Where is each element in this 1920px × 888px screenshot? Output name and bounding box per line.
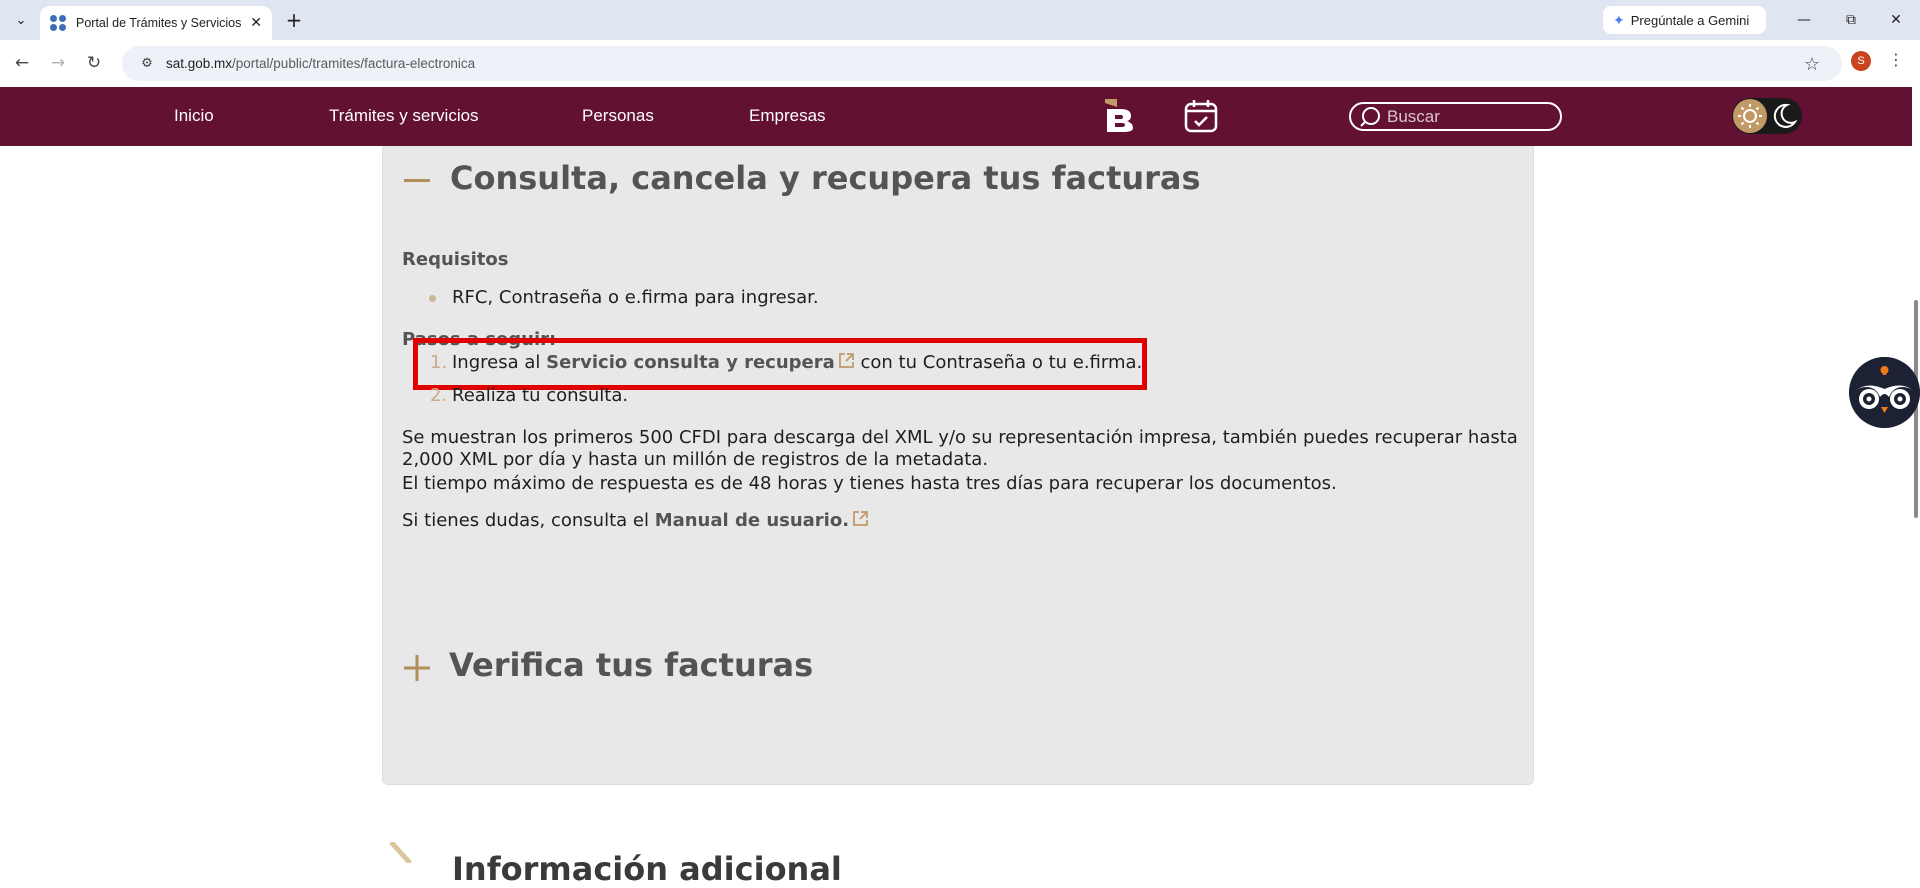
forward-arrow-icon[interactable]: → <box>46 51 70 75</box>
nav-empresas[interactable]: Empresas <box>749 106 826 126</box>
informacion-adicional-heading[interactable]: Información adicional <box>452 850 842 888</box>
search-input[interactable] <box>1387 106 1537 127</box>
address-bar[interactable]: ⚙ sat.gob.mx/portal/public/tramites/fact… <box>122 46 1842 81</box>
external-link-icon[interactable] <box>852 510 869 527</box>
site-header: Inicio Trámites y servicios Personas Emp… <box>0 87 1920 146</box>
expand-plus-icon[interactable] <box>404 655 430 681</box>
accordion-title-verifica[interactable]: Verifica tus facturas <box>449 646 813 684</box>
tab-title: Portal de Trámites y Servicios d <box>76 16 243 30</box>
brand-logo-icon[interactable] <box>1103 97 1135 133</box>
site-info-icon[interactable]: ⚙ <box>132 56 162 71</box>
search-icon <box>1360 106 1380 127</box>
window-close-icon[interactable]: ✕ <box>1874 6 1918 34</box>
search-box[interactable] <box>1349 102 1562 131</box>
browser-tab-strip: ⌄ Portal de Trámites y Servicios d ✕ + ✦… <box>0 0 1920 40</box>
nav-inicio[interactable]: Inicio <box>174 106 214 126</box>
requisitos-heading: Requisitos <box>402 249 509 270</box>
new-tab-button[interactable]: + <box>282 8 306 32</box>
gemini-sparkle-icon: ✦ <box>1613 11 1625 28</box>
back-arrow-icon[interactable]: ← <box>10 51 34 75</box>
bookmark-star-icon[interactable]: ☆ <box>1804 54 1820 75</box>
tiempo-paragraph: El tiempo máximo de respuesta es de 48 h… <box>402 473 1337 494</box>
browser-toolbar: ← → ↻ ⚙ sat.gob.mx/portal/public/tramite… <box>0 40 1920 87</box>
minimize-icon[interactable]: — <box>1782 6 1826 34</box>
calendar-check-icon[interactable] <box>1184 98 1218 134</box>
owl-assistant-icon[interactable] <box>1849 357 1920 428</box>
url-text: sat.gob.mx/portal/public/tramites/factur… <box>166 56 476 71</box>
dudas-paragraph: Si tienes dudas, consulta el Manual de u… <box>402 510 1532 532</box>
nav-personas[interactable]: Personas <box>582 106 654 126</box>
step-2-number: 2. <box>430 385 448 406</box>
nav-tramites-servicios[interactable]: Trámites y servicios <box>329 106 479 126</box>
tab-search-chevron-icon[interactable]: ⌄ <box>8 8 34 32</box>
restore-icon[interactable]: ⧉ <box>1829 6 1873 34</box>
accordion-title-consulta[interactable]: Consulta, cancela y recupera tus factura… <box>450 159 1201 197</box>
descarga-paragraph: Se muestran los primeros 500 CFDI para d… <box>402 427 1518 470</box>
gemini-button[interactable]: ✦ Pregúntale a Gemini <box>1603 6 1766 34</box>
gemini-label: Pregúntale a Gemini <box>1630 12 1750 28</box>
step-2-text: Realiza tu consulta. <box>452 385 629 406</box>
reload-icon[interactable]: ↻ <box>82 51 106 75</box>
requisitos-item: RFC, Contraseña o e.firma para ingresar. <box>452 287 819 308</box>
sun-icon[interactable] <box>1733 99 1767 133</box>
favicon-icon <box>50 15 66 31</box>
profile-avatar[interactable]: S <box>1851 51 1871 71</box>
manual-usuario-link[interactable]: Manual de usuario. <box>655 510 849 531</box>
collapse-minus-icon[interactable] <box>404 179 430 182</box>
browser-menu-icon[interactable]: ⋮ <box>1888 50 1904 69</box>
pencil-icon <box>389 842 412 863</box>
moon-icon[interactable] <box>1771 103 1797 129</box>
browser-tab[interactable]: Portal de Trámites y Servicios d ✕ <box>40 6 272 40</box>
theme-toggle[interactable] <box>1732 98 1802 134</box>
highlight-annotation-box <box>413 338 1147 390</box>
bullet-icon <box>429 295 436 302</box>
close-icon[interactable]: ✕ <box>250 15 262 31</box>
